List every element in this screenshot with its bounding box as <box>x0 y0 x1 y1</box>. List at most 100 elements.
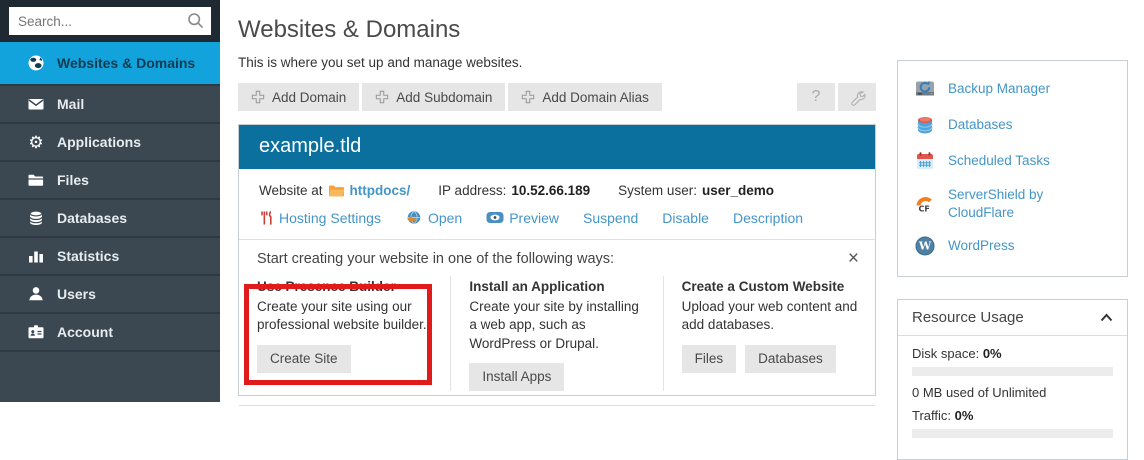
toolbar: Add Domain Add Subdomain Add Domain Alia… <box>238 83 876 111</box>
sidebar-item-label: Websites & Domains <box>57 55 195 71</box>
globe-icon <box>27 54 45 72</box>
resource-usage-title: Resource Usage <box>912 309 1024 326</box>
tool-label: Backup Manager <box>948 80 1050 98</box>
hosting-settings-link[interactable]: Hosting Settings <box>259 210 381 226</box>
suspend-link[interactable]: Suspend <box>583 210 638 226</box>
traffic-progress-bar <box>912 429 1113 438</box>
add-subdomain-button[interactable]: Add Subdomain <box>362 83 505 111</box>
sidebar-item-label: Applications <box>57 134 141 150</box>
disk-space-value: 0% <box>983 346 1002 361</box>
sidebar-item-label: Account <box>57 324 113 340</box>
open-site-link[interactable]: Open <box>405 209 462 226</box>
disk-space-progress-bar <box>912 367 1113 376</box>
chevron-up-icon <box>1100 313 1113 322</box>
databases-link[interactable]: Databases <box>898 107 1127 143</box>
wrench-icon <box>849 89 866 106</box>
traffic-value: 0% <box>955 408 974 423</box>
promo-column-title: Create a Custom Website <box>682 278 859 296</box>
traffic-label: Traffic: <box>912 408 951 423</box>
promo-column-custom-website: Create a Custom Website Upload your web … <box>663 276 875 391</box>
help-button[interactable]: ? <box>797 83 835 111</box>
promo-column-text: Create your site using our professional … <box>257 298 434 334</box>
disk-space-detail: 0 MB used of Unlimited <box>912 385 1113 400</box>
create-site-button[interactable]: Create Site <box>257 345 351 373</box>
promo-column-title: Use Presence Builder <box>257 278 434 296</box>
right-sidebar: Backup Manager Databases Scheduled Tasks… <box>897 60 1128 460</box>
bar-chart-icon <box>27 247 45 265</box>
backup-manager-link[interactable]: Backup Manager <box>898 71 1127 107</box>
plus-icon <box>375 90 389 104</box>
install-apps-button[interactable]: Install Apps <box>469 363 564 391</box>
getting-started-promo: Start creating your website in one of th… <box>239 239 875 406</box>
tool-label: WordPress <box>948 237 1015 255</box>
description-link[interactable]: Description <box>733 210 803 226</box>
ip-value: 10.52.66.189 <box>511 183 590 198</box>
sidebar-item-label: Files <box>57 172 89 188</box>
website-at-label: Website at <box>259 183 323 198</box>
wordpress-icon: W <box>914 235 936 257</box>
database-icon <box>27 209 45 227</box>
backup-drive-icon <box>914 78 936 100</box>
domain-actions-row: Hosting Settings Open Preview Suspend Di… <box>239 198 875 239</box>
system-user-label: System user: <box>618 183 697 198</box>
globe-arrow-icon <box>405 209 423 226</box>
disable-link[interactable]: Disable <box>662 210 709 226</box>
tools-settings-button[interactable] <box>838 83 876 111</box>
svg-text:CF: CF <box>919 204 930 213</box>
svg-text:W: W <box>918 240 932 253</box>
scheduled-tasks-link[interactable]: Scheduled Tasks <box>898 143 1127 179</box>
resource-usage-panel: Resource Usage Disk space: 0% 0 MB used … <box>897 299 1128 460</box>
promo-column-install-app: Install an Application Create your site … <box>450 276 662 391</box>
domain-panel: example.tld Website at httpdocs/ IP addr… <box>238 124 876 396</box>
sidebar-item-statistics[interactable]: Statistics <box>0 238 220 276</box>
promo-column-presence-builder: Use Presence Builder Create your site us… <box>239 276 450 391</box>
wordpress-link[interactable]: W WordPress <box>898 228 1127 264</box>
domain-info-row: Website at httpdocs/ IP address: 10.52.6… <box>239 169 875 198</box>
folder-icon <box>27 171 45 189</box>
close-icon[interactable]: × <box>848 249 859 268</box>
sidebar-item-databases[interactable]: Databases <box>0 200 220 238</box>
domain-title: example.tld <box>239 125 875 169</box>
sidebar-item-account[interactable]: Account <box>0 314 220 352</box>
sidebar-item-label: Mail <box>57 96 84 112</box>
sidebar-item-mail[interactable]: Mail <box>0 86 220 124</box>
sidebar-item-files[interactable]: Files <box>0 162 220 200</box>
preview-link[interactable]: Preview <box>486 210 559 226</box>
disk-space-label: Disk space: <box>912 346 979 361</box>
sidebar-item-label: Databases <box>57 210 127 226</box>
eye-icon <box>486 210 504 225</box>
page-subtitle: This is where you set up and manage webs… <box>238 55 876 70</box>
plus-icon <box>251 90 265 104</box>
gear-icon: ⚙ <box>27 133 45 151</box>
httpdocs-link[interactable]: httpdocs/ <box>350 183 411 198</box>
sidebar: Websites & Domains Mail ⚙ Applications F… <box>0 0 220 402</box>
sidebar-item-label: Users <box>57 286 96 302</box>
page-title: Websites & Domains <box>238 16 876 44</box>
tool-label: Scheduled Tasks <box>948 152 1050 170</box>
promo-column-text: Upload your web content and add database… <box>682 298 859 334</box>
database-color-icon <box>914 114 936 136</box>
folder-icon <box>328 183 345 198</box>
files-button[interactable]: Files <box>682 345 737 373</box>
tools-box: Backup Manager Databases Scheduled Tasks… <box>897 60 1128 277</box>
search-icon[interactable] <box>187 12 205 33</box>
sidebar-item-users[interactable]: Users <box>0 276 220 314</box>
promo-column-text: Create your site by installing a web app… <box>469 298 646 353</box>
search-input[interactable] <box>9 7 211 35</box>
sidebar-item-websites-domains[interactable]: Websites & Domains <box>0 42 220 86</box>
cloudflare-icon: CF <box>914 193 936 215</box>
add-domain-alias-button[interactable]: Add Domain Alias <box>508 83 662 111</box>
databases-button[interactable]: Databases <box>745 345 836 373</box>
add-domain-button[interactable]: Add Domain <box>238 83 359 111</box>
mail-icon <box>27 95 45 113</box>
sidebar-item-applications[interactable]: ⚙ Applications <box>0 124 220 162</box>
resource-usage-header[interactable]: Resource Usage <box>898 300 1127 336</box>
main-content: Websites & Domains This is where you set… <box>238 0 876 396</box>
id-card-icon <box>27 323 45 341</box>
sidebar-search-strip <box>0 0 220 42</box>
ip-label: IP address: <box>438 183 506 198</box>
calendar-icon <box>914 150 936 172</box>
servershield-link[interactable]: CF ServerShield by CloudFlare <box>898 179 1127 228</box>
promo-heading: Start creating your website in one of th… <box>257 251 614 267</box>
promo-column-title: Install an Application <box>469 278 646 296</box>
